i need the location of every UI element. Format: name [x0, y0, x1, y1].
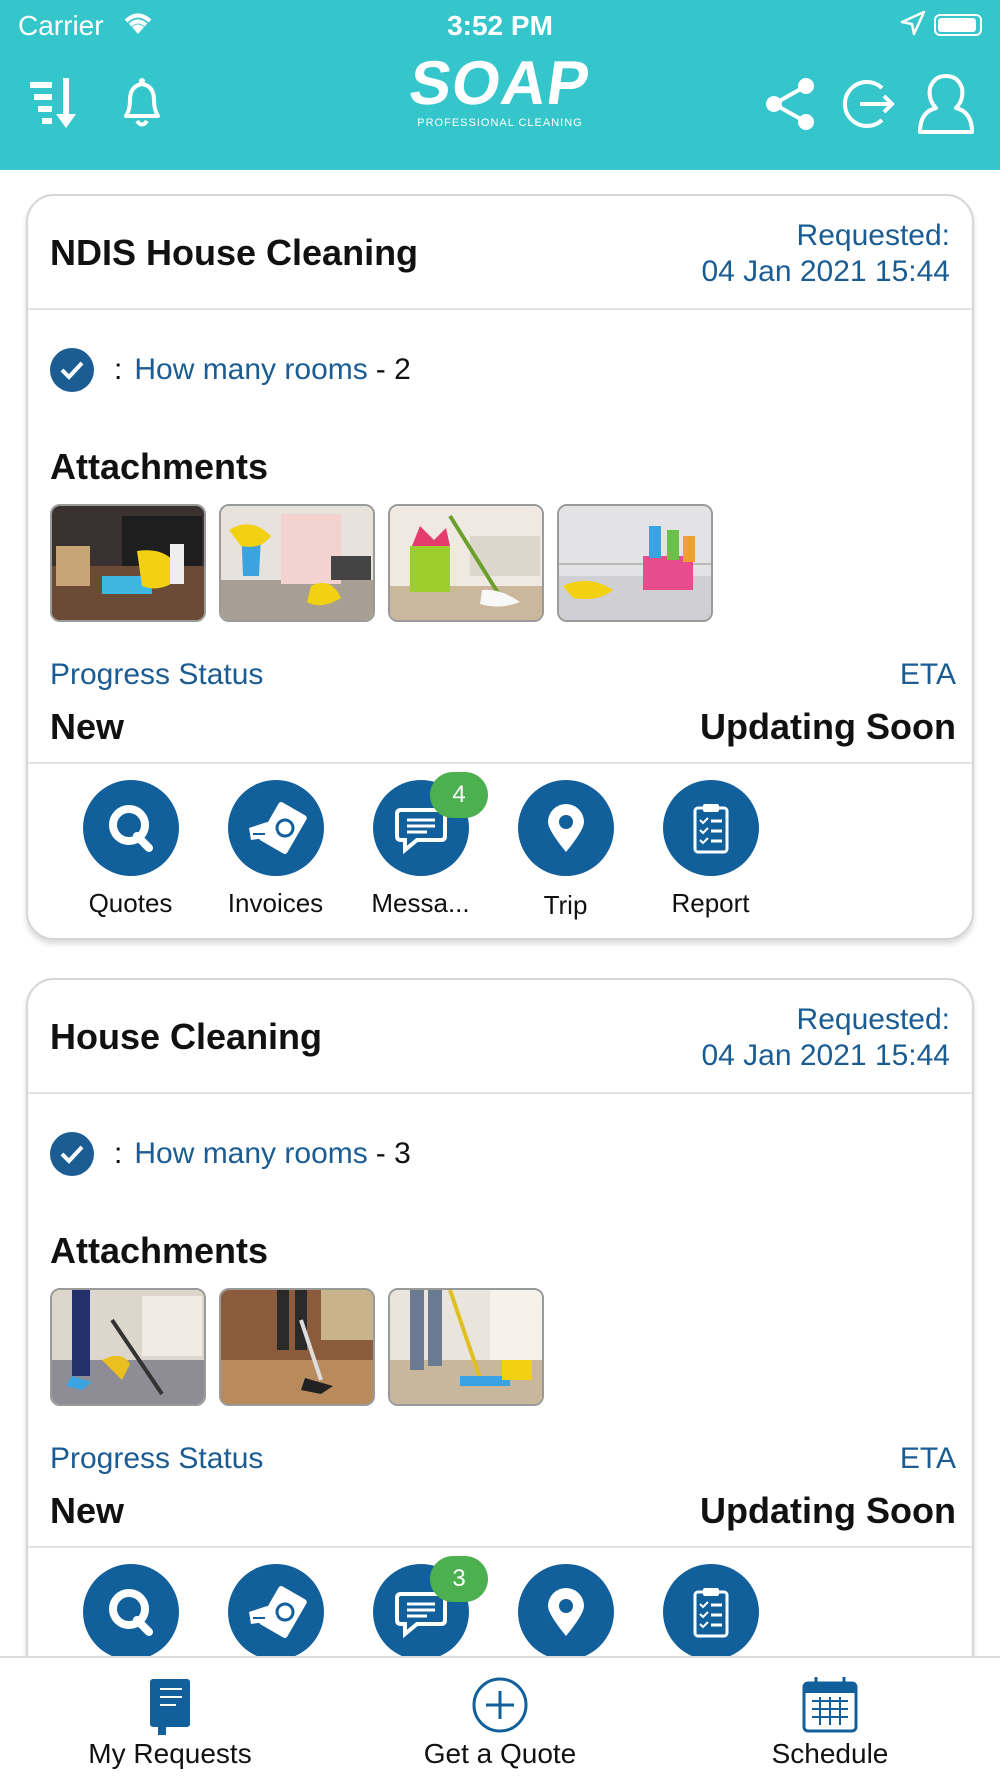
requested-label: Requested:: [796, 219, 950, 252]
attachment-thumbnail[interactable]: [219, 504, 375, 622]
invoices-icon: [227, 1564, 324, 1660]
report-button[interactable]: [638, 1564, 783, 1660]
request-title: House Cleaning: [50, 1016, 323, 1057]
check-circle-icon: [50, 348, 94, 392]
calendar-icon: [720, 1672, 940, 1738]
attachment-thumbnail[interactable]: [557, 504, 713, 622]
location-arrow-icon: [900, 10, 926, 43]
card-actions: Quotes Invoices 4 Messa... Trip Report: [58, 772, 783, 921]
app-header: Carrier 3:52 PM SOAP PROFESSIONAL CLEANI…: [0, 0, 1000, 170]
requested-value: 04 Jan 2021 15:44: [701, 255, 950, 288]
invoices-label: Invoices: [227, 888, 324, 918]
profile-icon[interactable]: [914, 72, 978, 136]
eta-label: ETA: [899, 1442, 956, 1475]
attachment-thumbnail[interactable]: [388, 504, 544, 622]
quotes-button[interactable]: [58, 1564, 203, 1660]
attachments-list: [50, 504, 713, 622]
request-title: NDIS House Cleaning: [50, 232, 419, 273]
messages-button[interactable]: 4 Messa...: [348, 772, 493, 921]
report-button[interactable]: Report: [638, 780, 783, 921]
trip-button[interactable]: [493, 1564, 638, 1660]
quotes-icon: [82, 780, 179, 876]
divider: [28, 1546, 972, 1548]
plus-circle-icon: [390, 1672, 610, 1738]
messages-label: Messa...: [371, 888, 470, 918]
attachments-list: [50, 1288, 544, 1406]
divider: [28, 762, 972, 764]
card-header: NDIS House Cleaning Requested: 04 Jan 20…: [28, 196, 972, 310]
card-header: House Cleaning Requested: 04 Jan 2021 15…: [28, 980, 972, 1094]
answer-text: - 2: [375, 353, 411, 386]
eta-value: Updating Soon: [700, 706, 956, 747]
quotes-icon: [82, 1564, 179, 1660]
tab-schedule[interactable]: Schedule: [720, 1672, 940, 1770]
progress-status-value: New: [50, 706, 125, 747]
question-text: How many rooms: [134, 353, 368, 386]
messages-button[interactable]: 3: [348, 1556, 493, 1660]
attachment-thumbnail[interactable]: [219, 1288, 375, 1406]
map-pin-icon: [517, 1564, 614, 1660]
battery-icon: [934, 14, 982, 36]
tab-get-quote[interactable]: Get a Quote: [390, 1672, 610, 1770]
invoices-button[interactable]: [203, 1564, 348, 1660]
requested-date: Requested: 04 Jan 2021 15:44: [701, 218, 950, 290]
clock: 3:52 PM: [447, 10, 553, 41]
progress-status-value: New: [50, 1490, 125, 1531]
eta-value: Updating Soon: [700, 1490, 956, 1531]
attachment-thumbnail[interactable]: [388, 1288, 544, 1406]
status-bar: Carrier 3:52 PM: [0, 8, 1000, 48]
share-icon[interactable]: [758, 72, 822, 136]
attachment-thumbnail[interactable]: [50, 504, 206, 622]
book-icon: [60, 1672, 280, 1738]
message-count-badge: 3: [430, 1556, 488, 1602]
attachment-thumbnail[interactable]: [50, 1288, 206, 1406]
tab-label: My Requests: [88, 1738, 252, 1769]
tab-my-requests[interactable]: My Requests: [60, 1672, 280, 1770]
trip-label: Trip: [543, 890, 588, 920]
clipboard-icon: [662, 1564, 759, 1660]
tab-label: Get a Quote: [423, 1738, 577, 1769]
question-text: How many rooms: [134, 1137, 368, 1170]
quotes-label: Quotes: [88, 888, 173, 918]
invoices-icon: [227, 780, 324, 876]
clipboard-icon: [662, 780, 759, 876]
trip-button[interactable]: Trip: [493, 780, 638, 921]
question-separator: :: [114, 1137, 123, 1170]
eta-label: ETA: [899, 658, 956, 691]
card-actions: 3: [58, 1556, 783, 1660]
report-label: Report: [671, 888, 750, 918]
requested-value: 04 Jan 2021 15:44: [701, 1039, 950, 1072]
attachments-heading: Attachments: [50, 1230, 269, 1271]
quotes-button[interactable]: Quotes: [58, 780, 203, 921]
progress-status-label: Progress Status: [50, 658, 264, 691]
question-row: : How many rooms - 2: [50, 348, 411, 392]
tab-bar: My Requests Get a Quote Schedule: [0, 1656, 1000, 1778]
requested-date: Requested: 04 Jan 2021 15:44: [701, 1002, 950, 1074]
progress-status-label: Progress Status: [50, 1442, 264, 1475]
map-pin-icon: [517, 780, 614, 876]
request-card[interactable]: House Cleaning Requested: 04 Jan 2021 15…: [26, 978, 974, 1698]
question-row: : How many rooms - 3: [50, 1132, 411, 1176]
logout-icon[interactable]: [836, 72, 900, 136]
answer-text: - 3: [375, 1137, 411, 1170]
tab-label: Schedule: [771, 1738, 889, 1769]
question-separator: :: [114, 353, 123, 386]
requested-label: Requested:: [796, 1003, 950, 1036]
attachments-heading: Attachments: [50, 446, 269, 487]
message-count-badge: 4: [430, 772, 488, 818]
check-circle-icon: [50, 1132, 94, 1176]
invoices-button[interactable]: Invoices: [203, 780, 348, 921]
request-card[interactable]: NDIS House Cleaning Requested: 04 Jan 20…: [26, 194, 974, 940]
